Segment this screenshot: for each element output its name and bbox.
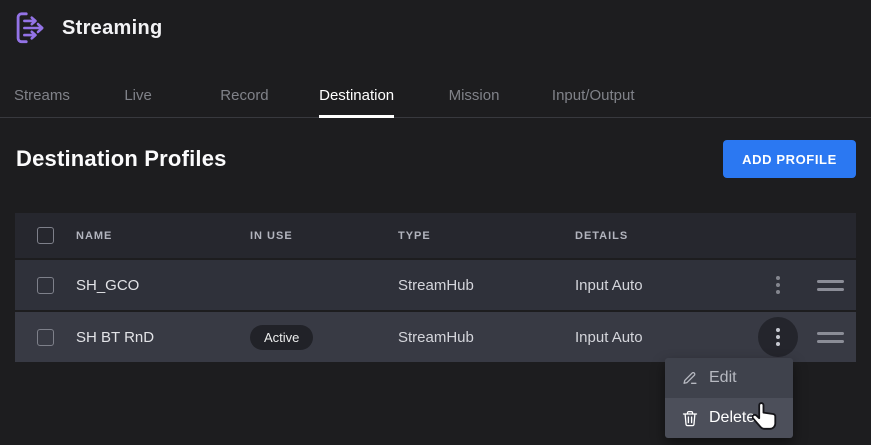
profiles-table: NAME IN USE TYPE DETAILS SH_GCO StreamHu… xyxy=(15,213,856,362)
tab-destination[interactable]: Destination xyxy=(319,84,394,118)
profile-type: StreamHub xyxy=(398,329,575,346)
pencil-icon xyxy=(682,370,698,386)
profile-details: Input Auto xyxy=(575,329,750,346)
streaming-icon xyxy=(13,8,47,48)
profile-details: Input Auto xyxy=(575,277,750,294)
tab-record[interactable]: Record xyxy=(220,84,268,118)
column-header-in-use: IN USE xyxy=(250,230,398,242)
profile-name: SH BT RnD xyxy=(76,329,250,346)
table-row-sh-gco[interactable]: SH_GCO StreamHub Input Auto xyxy=(15,258,856,310)
row-checkbox[interactable] xyxy=(37,329,54,346)
row-actions-kebab-icon[interactable] xyxy=(758,265,798,305)
menu-item-edit[interactable]: Edit xyxy=(665,358,793,398)
column-header-name: NAME xyxy=(76,230,250,242)
tab-input-output[interactable]: Input/Output xyxy=(552,84,635,118)
profile-name: SH_GCO xyxy=(76,277,250,294)
section-header: Destination Profiles ADD PROFILE xyxy=(16,140,856,178)
table-row-sh-bt-rnd[interactable]: SH BT RnD Active StreamHub Input Auto xyxy=(15,310,856,362)
row-checkbox[interactable] xyxy=(37,277,54,294)
profile-type: StreamHub xyxy=(398,277,575,294)
drag-handle-icon[interactable] xyxy=(817,332,845,343)
menu-item-label: Delete xyxy=(709,409,755,427)
tab-streams[interactable]: Streams xyxy=(14,84,70,118)
tab-mission[interactable]: Mission xyxy=(449,84,500,118)
row-actions-kebab-icon[interactable] xyxy=(758,317,798,357)
table-header-row: NAME IN USE TYPE DETAILS xyxy=(15,213,856,258)
page-title: Destination Profiles xyxy=(16,146,227,172)
column-header-details: DETAILS xyxy=(575,230,750,242)
menu-item-label: Edit xyxy=(709,369,737,387)
context-menu: Edit Delete xyxy=(665,358,793,438)
column-header-type: TYPE xyxy=(398,230,575,242)
app-title: Streaming xyxy=(62,17,163,40)
trash-icon xyxy=(682,410,698,427)
menu-item-delete[interactable]: Delete xyxy=(665,398,793,438)
app-header: Streaming xyxy=(13,8,163,48)
tab-bar: Streams Live Record Destination Mission … xyxy=(0,84,871,118)
select-all-checkbox[interactable] xyxy=(37,227,54,244)
tab-live[interactable]: Live xyxy=(124,84,152,118)
active-status-badge: Active xyxy=(250,325,313,350)
drag-handle-icon[interactable] xyxy=(817,280,845,291)
add-profile-button[interactable]: ADD PROFILE xyxy=(723,140,856,178)
